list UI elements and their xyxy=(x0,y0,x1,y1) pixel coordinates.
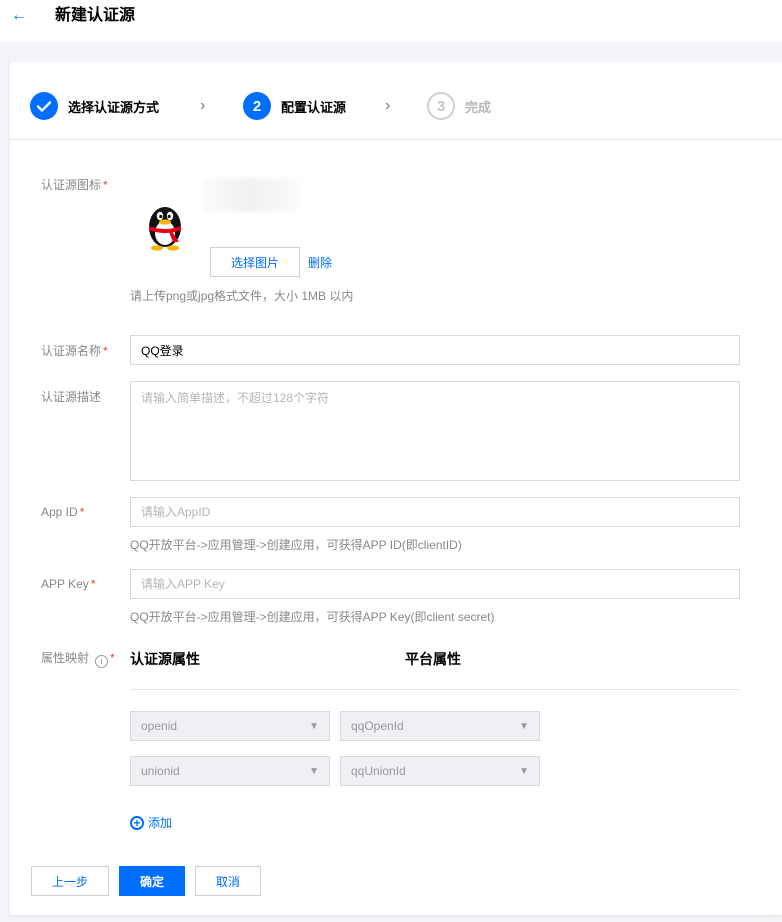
appid-hint: QQ开放平台->应用管理->创建应用，可获得APP ID(即clientID) xyxy=(130,538,462,552)
info-icon[interactable]: i xyxy=(95,654,109,668)
add-label: 添加 xyxy=(148,816,173,830)
platform-attr-header: 平台属性 xyxy=(405,651,461,667)
blurred-region xyxy=(203,178,298,212)
divider xyxy=(130,689,740,690)
name-input[interactable] xyxy=(130,335,740,365)
stepper: 选择认证源方式 › 2 配置认证源 › 3 完成 xyxy=(10,62,782,140)
appid-label: App ID * xyxy=(41,505,85,519)
qq-penguin-icon xyxy=(135,196,195,256)
delete-image-link[interactable]: 删除 xyxy=(308,254,332,271)
prev-step-button[interactable]: 上一步 xyxy=(31,866,109,896)
plus-circle-icon: + xyxy=(130,815,144,830)
step-3: 3 完成 xyxy=(427,91,491,121)
source-attr-header: 认证源属性 xyxy=(130,651,200,667)
appid-input[interactable] xyxy=(130,497,740,527)
icon-label: 认证源图标 * xyxy=(41,178,108,192)
step-number: 2 xyxy=(243,92,271,120)
select-image-button[interactable]: 选择图片 xyxy=(210,247,300,277)
chevron-right-icon: › xyxy=(385,97,391,114)
step-number: 3 xyxy=(427,92,455,120)
appkey-label: APP Key * xyxy=(41,577,96,591)
source-attr-select[interactable]: unionid ▼ xyxy=(130,756,330,786)
select-value: qqOpenId xyxy=(351,719,404,733)
step-label: 完成 xyxy=(465,99,492,115)
name-label: 认证源名称 * xyxy=(41,344,108,358)
chevron-right-icon: › xyxy=(200,97,206,114)
appkey-hint: QQ开放平台->应用管理->创建应用，可获得APP Key(即client se… xyxy=(130,610,495,624)
appkey-input[interactable] xyxy=(130,569,740,599)
add-mapping-button[interactable]: + 添加 xyxy=(130,814,172,831)
chevron-down-icon: ▼ xyxy=(519,765,529,777)
form-card: 选择认证源方式 › 2 配置认证源 › 3 完成 认证源图标 * 选择图片 删除… xyxy=(10,62,782,915)
platform-attr-select[interactable]: qqUnionId ▼ xyxy=(340,756,540,786)
select-value: openid xyxy=(141,719,178,733)
desc-label: 认证源描述 xyxy=(41,390,102,404)
source-attr-select[interactable]: openid ▼ xyxy=(130,711,330,741)
confirm-button[interactable]: 确定 xyxy=(119,866,185,896)
arrow-left-icon[interactable]: ← xyxy=(10,7,28,25)
chevron-down-icon: ▼ xyxy=(309,720,319,732)
step-label: 选择认证源方式 xyxy=(68,99,160,115)
mapping-label: 属性映射 i * xyxy=(41,651,115,668)
select-value: qqUnionId xyxy=(351,764,406,778)
step-1: 选择认证源方式 xyxy=(30,91,159,121)
check-icon xyxy=(30,92,58,120)
page-title: 新建认证源 xyxy=(55,7,136,24)
step-2: 2 配置认证源 xyxy=(243,91,346,121)
upload-hint: 请上传png或jpg格式文件，大小 1MB 以内 xyxy=(130,289,354,303)
cancel-button[interactable]: 取消 xyxy=(195,866,261,896)
select-value: unionid xyxy=(141,764,180,778)
chevron-down-icon: ▼ xyxy=(309,765,319,777)
chevron-down-icon: ▼ xyxy=(519,720,529,732)
platform-attr-select[interactable]: qqOpenId ▼ xyxy=(340,711,540,741)
top-bar: ← 新建认证源 xyxy=(0,0,782,42)
description-textarea[interactable] xyxy=(130,381,740,481)
step-label: 配置认证源 xyxy=(281,99,347,115)
